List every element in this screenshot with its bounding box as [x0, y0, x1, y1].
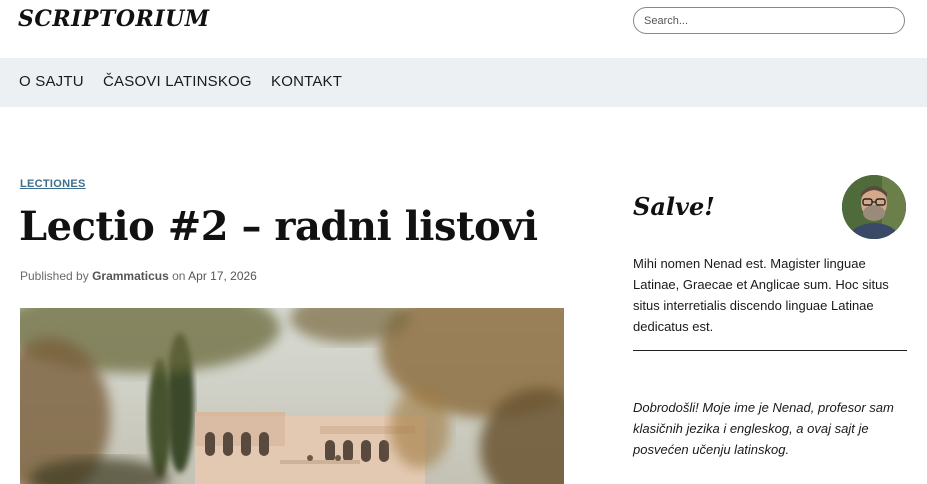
sidebar-divider — [633, 350, 907, 351]
post-date-link[interactable]: Apr 17, 2026 — [188, 269, 257, 283]
main-nav: O SAJTU ČASOVI LATINSKOG KONTAKT — [0, 58, 927, 107]
featured-image[interactable] — [20, 308, 564, 484]
post-author-link[interactable]: Grammaticus — [92, 269, 169, 283]
post-meta: Published by Grammaticus on Apr 17, 2026 — [20, 269, 257, 283]
nav-item-o-sajtu[interactable]: O SAJTU — [19, 73, 84, 90]
sidebar-bio: Mihi nomen Nenad est. Magister linguae L… — [633, 256, 889, 334]
sidebar-heading: Salve! — [633, 192, 715, 221]
author-avatar — [842, 175, 906, 239]
sidebar-welcome-text: Dobrodošli! Moje ime je Nenad, profesor … — [633, 400, 894, 457]
search-input[interactable] — [633, 7, 905, 34]
meta-published-by: Published by — [20, 269, 89, 283]
site-header: SCRIPTORIUM — [0, 0, 927, 58]
post-category-link[interactable]: LECTIONES — [20, 178, 86, 190]
nav-item-kontakt[interactable]: KONTAKT — [271, 73, 342, 90]
post-title: Lectio #2 – radni listovi — [19, 203, 538, 250]
meta-on: on — [172, 269, 186, 283]
site-logo[interactable]: SCRIPTORIUM — [18, 6, 210, 32]
nav-item-casovi-latinskog[interactable]: ČASOVI LATINSKOG — [103, 73, 252, 90]
